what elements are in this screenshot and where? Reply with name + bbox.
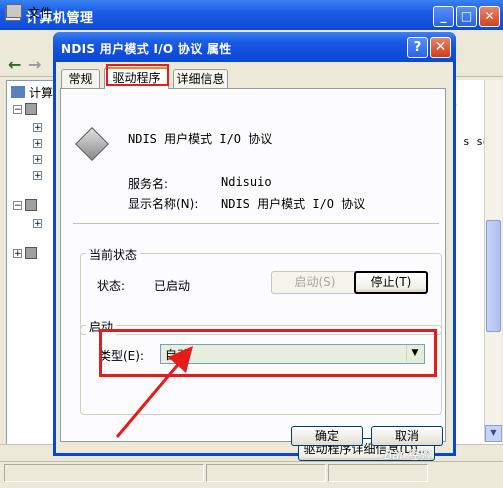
status-label: 状态: bbox=[97, 279, 126, 293]
help-button[interactable]: ? bbox=[407, 37, 428, 58]
display-name-label: 显示名称(N): bbox=[128, 197, 199, 211]
tools-node-icon[interactable] bbox=[25, 103, 37, 115]
tab-general[interactable]: 常规 bbox=[61, 69, 100, 88]
forward-arrow-icon[interactable]: → bbox=[28, 55, 41, 74]
storage-node-icon[interactable] bbox=[25, 199, 37, 211]
status-groupbox bbox=[80, 253, 442, 335]
tree-expander[interactable]: + bbox=[33, 123, 42, 133]
minimize-button[interactable]: _ bbox=[433, 6, 454, 27]
close-button[interactable]: ✕ bbox=[479, 6, 500, 27]
services-node-icon[interactable] bbox=[25, 247, 37, 259]
status-group-label: 当前状态 bbox=[86, 246, 141, 263]
dialog-close-button[interactable]: ✕ bbox=[430, 37, 451, 58]
scrollbar-thumb[interactable] bbox=[486, 220, 501, 332]
app-menu-icon[interactable] bbox=[6, 4, 22, 18]
dialog-title: NDIS 用户模式 I/O 协议 属性 bbox=[61, 42, 232, 56]
tree-expander[interactable]: − bbox=[13, 105, 22, 115]
cancel-button[interactable]: 取消 bbox=[371, 426, 443, 446]
computer-node-icon bbox=[11, 86, 25, 98]
status-value: 已启动 bbox=[154, 279, 191, 293]
status-cell bbox=[4, 464, 204, 482]
tree-expander[interactable]: − bbox=[13, 201, 22, 211]
driver-tab-panel: NDIS 用户模式 I/O 协议 服务名: Ndisuio 显示名称(N): N… bbox=[60, 88, 446, 461]
tree-expander[interactable]: + bbox=[13, 249, 22, 259]
menu-file[interactable]: 文件 bbox=[28, 4, 52, 21]
tree-root-label[interactable]: 计算 bbox=[29, 84, 53, 101]
service-name-label: 服务名: bbox=[128, 177, 169, 191]
dialog-body: 常规 驱动程序 详细信息 NDIS 用户模式 I/O 协议 服务名: Ndisu… bbox=[56, 62, 453, 461]
back-arrow-icon[interactable]: ← bbox=[8, 55, 21, 74]
select-highlight-annotation bbox=[99, 329, 437, 377]
tree-expander[interactable]: + bbox=[33, 171, 42, 181]
tree-expander[interactable]: + bbox=[33, 219, 42, 229]
maximize-button[interactable]: □ bbox=[456, 6, 477, 27]
watermark-logo: Bai 经验 bbox=[384, 448, 431, 462]
tree-expander[interactable]: + bbox=[33, 139, 42, 149]
divider bbox=[73, 223, 439, 224]
stop-button[interactable]: 停止(T) bbox=[354, 271, 428, 294]
driver-icon bbox=[75, 127, 109, 161]
service-name-value: Ndisuio bbox=[221, 175, 272, 189]
tab-highlight-annotation bbox=[106, 64, 169, 86]
properties-dialog: NDIS 用户模式 I/O 协议 属性 ? ✕ 常规 驱动程序 详细信息 NDI… bbox=[53, 32, 456, 461]
ok-button[interactable]: 确定 bbox=[291, 426, 363, 446]
tab-details[interactable]: 详细信息 bbox=[173, 69, 228, 88]
tree-pane: 计算 − + + + + − + + bbox=[6, 80, 56, 462]
display-name-value: NDIS 用户模式 I/O 协议 bbox=[221, 197, 366, 211]
status-cell bbox=[206, 464, 326, 482]
tree-expander[interactable]: + bbox=[33, 155, 42, 165]
start-button[interactable]: 启动(S) bbox=[271, 271, 359, 294]
scroll-down-icon[interactable]: ▼ bbox=[485, 425, 502, 442]
status-cell bbox=[328, 464, 428, 482]
driver-name: NDIS 用户模式 I/O 协议 bbox=[128, 132, 273, 146]
